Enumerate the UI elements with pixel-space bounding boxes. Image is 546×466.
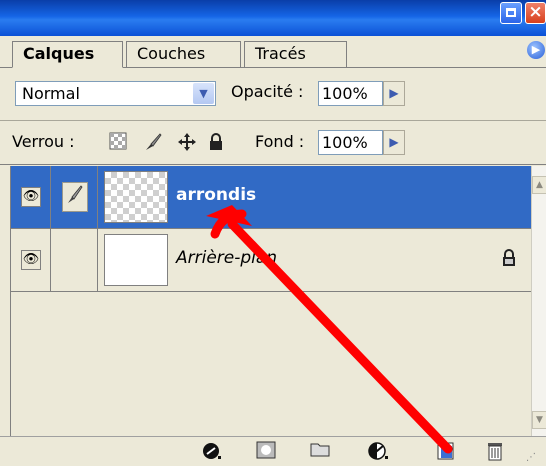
link-layers-icon[interactable]	[200, 441, 224, 461]
scroll-up-button[interactable]: ▲	[532, 176, 546, 194]
lock-paint-icon[interactable]	[143, 132, 163, 152]
visibility-toggle[interactable]: 👁	[11, 166, 51, 228]
lock-label: Verrou :	[12, 132, 75, 151]
paintbrush-icon	[62, 182, 88, 212]
layer-row-background[interactable]: 👁 Arrière-plan	[11, 229, 532, 292]
lock-all-icon[interactable]	[206, 132, 226, 152]
visibility-toggle[interactable]: 👁	[11, 229, 51, 291]
layer-name[interactable]: arrondis	[176, 184, 256, 206]
link-column[interactable]	[51, 229, 98, 291]
eye-icon: 👁	[21, 187, 41, 207]
fill-label: Fond :	[255, 132, 305, 151]
adjustment-layer-icon[interactable]	[366, 441, 390, 461]
tab-strip: Calques Couches Tracés	[0, 36, 546, 68]
lock-icon	[501, 249, 517, 271]
tab-traces[interactable]: Tracés	[244, 41, 347, 67]
lock-move-icon[interactable]	[177, 132, 197, 152]
panel-menu-button[interactable]: ▶	[527, 41, 545, 59]
layer-thumbnail	[104, 234, 168, 286]
layers-scrollbar[interactable]: ▲ ▼	[531, 166, 546, 436]
layer-row-arrondis[interactable]: 👁 arrondis	[11, 166, 532, 229]
opacity-input[interactable]: 100%	[318, 81, 383, 106]
lock-transparency-icon[interactable]	[108, 132, 128, 152]
new-layer-icon[interactable]	[433, 441, 457, 461]
chevron-down-icon[interactable]: ▼	[193, 83, 214, 104]
trash-icon[interactable]	[483, 441, 507, 461]
blend-mode-value: Normal	[22, 84, 80, 103]
tab-calques[interactable]: Calques	[12, 41, 123, 68]
layers-list: 👁 arrondis 👁 Arrière-plan	[10, 166, 532, 436]
panel-title-bar: ×	[0, 0, 546, 36]
tab-couches[interactable]: Couches	[126, 41, 241, 67]
eye-icon: 👁	[21, 250, 41, 270]
minimize-button[interactable]	[500, 2, 522, 24]
layer-mask-icon[interactable]	[254, 441, 278, 461]
link-column[interactable]	[51, 166, 98, 228]
opacity-label: Opacité :	[231, 82, 304, 101]
fill-input[interactable]: 100%	[318, 130, 383, 155]
new-group-icon[interactable]	[308, 441, 332, 461]
layer-thumbnail	[104, 171, 168, 223]
fill-slider-button[interactable]: ▶	[383, 130, 405, 155]
close-button[interactable]: ×	[525, 2, 546, 24]
blend-mode-select[interactable]: Normal ▼	[15, 81, 216, 106]
scroll-down-button[interactable]: ▼	[532, 411, 546, 429]
layer-name[interactable]: Arrière-plan	[176, 247, 277, 269]
resize-grip-icon[interactable]: ⋰	[526, 452, 536, 463]
opacity-slider-button[interactable]: ▶	[383, 81, 405, 106]
